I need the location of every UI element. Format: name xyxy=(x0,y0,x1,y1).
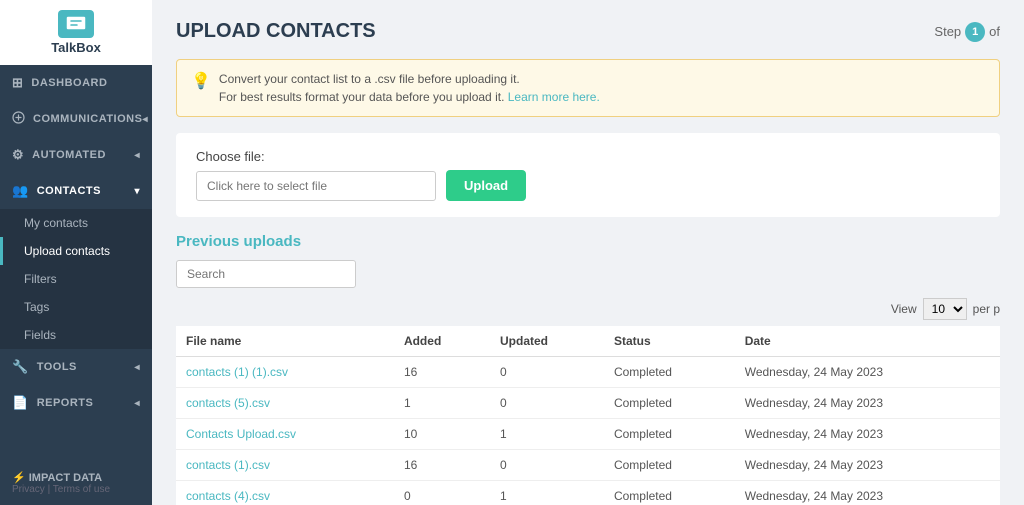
nav-item-dashboard[interactable]: ⊞ DASHBOARD xyxy=(0,65,152,101)
cell-status: Completed xyxy=(604,357,735,388)
cell-filename[interactable]: contacts (4).csv xyxy=(176,481,394,505)
table-row: Contacts Upload.csv 10 1 Completed Wedne… xyxy=(176,419,1000,450)
uploads-table: File name Added Updated Status Date cont… xyxy=(176,326,1000,505)
step-circle: 1 xyxy=(965,22,985,42)
step-indicator: Step 1 of xyxy=(934,22,1000,42)
cell-date: Wednesday, 24 May 2023 xyxy=(735,450,1000,481)
view-row: View 10 25 50 per p xyxy=(176,298,1000,320)
cell-status: Completed xyxy=(604,450,735,481)
per-page-label: per p xyxy=(973,302,1000,316)
cell-filename[interactable]: contacts (1) (1).csv xyxy=(176,357,394,388)
sidebar-bottom: ⚡ IMPACT DATA Privacy | Terms of use xyxy=(0,461,152,505)
contacts-icon: 👥 xyxy=(12,183,29,199)
cell-date: Wednesday, 24 May 2023 xyxy=(735,481,1000,505)
cell-updated: 0 xyxy=(490,450,604,481)
brand-label: ⚡ IMPACT DATA xyxy=(12,471,140,484)
previous-uploads-section: Previous uploads View 10 25 50 per p Fil… xyxy=(176,233,1000,505)
sidebar: TalkBox ⊞ DASHBOARD COMMUNICATIONS ◂ ⚙ A… xyxy=(0,0,152,505)
cell-status: Completed xyxy=(604,388,735,419)
cell-updated: 1 xyxy=(490,481,604,505)
nav-item-reports[interactable]: 📄 REPORTS ◂ xyxy=(0,385,152,421)
upload-section: Choose file: Upload xyxy=(176,133,1000,217)
col-status: Status xyxy=(604,326,735,357)
automated-icon: ⚙ xyxy=(12,147,24,163)
file-input[interactable] xyxy=(196,171,436,201)
reports-icon: 📄 xyxy=(12,395,29,411)
cell-date: Wednesday, 24 May 2023 xyxy=(735,419,1000,450)
info-text: Convert your contact list to a .csv file… xyxy=(219,70,600,106)
upload-label: Choose file: xyxy=(196,149,980,164)
cell-status: Completed xyxy=(604,419,735,450)
submenu-item-filters[interactable]: Filters xyxy=(0,265,152,293)
table-header-row: File name Added Updated Status Date xyxy=(176,326,1000,357)
cell-added: 1 xyxy=(394,388,490,419)
cell-filename[interactable]: contacts (5).csv xyxy=(176,388,394,419)
page-header: UPLOAD CONTACTS Step 1 of xyxy=(176,20,1000,43)
footer-links: Privacy | Terms of use xyxy=(12,484,140,495)
nav-item-contacts[interactable]: 👥 CONTACTS ▾ xyxy=(0,173,152,209)
cell-date: Wednesday, 24 May 2023 xyxy=(735,357,1000,388)
contacts-submenu: My contacts Upload contacts Filters Tags… xyxy=(0,209,152,349)
page-title: UPLOAD CONTACTS xyxy=(176,20,376,43)
step-suffix: of xyxy=(989,24,1000,39)
col-filename: File name xyxy=(176,326,394,357)
main-content: UPLOAD CONTACTS Step 1 of 💡 Convert your… xyxy=(152,0,1024,505)
logo-text: TalkBox xyxy=(51,40,101,55)
nav-item-tools[interactable]: 🔧 TOOLS ◂ xyxy=(0,349,152,385)
col-updated: Updated xyxy=(490,326,604,357)
bulb-icon: 💡 xyxy=(191,70,211,94)
communications-icon xyxy=(12,111,25,127)
logo-icon xyxy=(58,10,94,38)
col-date: Date xyxy=(735,326,1000,357)
table-row: contacts (1) (1).csv 16 0 Completed Wedn… xyxy=(176,357,1000,388)
tools-icon: 🔧 xyxy=(12,359,29,375)
view-select[interactable]: 10 25 50 xyxy=(923,298,967,320)
search-input[interactable] xyxy=(176,260,356,288)
submenu-item-upload-contacts[interactable]: Upload contacts xyxy=(0,237,152,265)
nav-item-communications[interactable]: COMMUNICATIONS ◂ xyxy=(0,101,152,137)
cell-updated: 0 xyxy=(490,357,604,388)
upload-button[interactable]: Upload xyxy=(446,170,526,201)
previous-uploads-title: Previous uploads xyxy=(176,233,1000,250)
cell-added: 10 xyxy=(394,419,490,450)
arrow-icon: ◂ xyxy=(142,114,148,125)
upload-row: Upload xyxy=(196,170,980,201)
table-row: contacts (1).csv 16 0 Completed Wednesda… xyxy=(176,450,1000,481)
cell-status: Completed xyxy=(604,481,735,505)
logo-area: TalkBox xyxy=(0,0,152,65)
view-label: View xyxy=(891,302,917,316)
arrow-icon-5: ◂ xyxy=(134,398,140,409)
arrow-icon-2: ◂ xyxy=(134,150,140,161)
terms-link[interactable]: Terms of use xyxy=(53,484,110,495)
submenu-item-my-contacts[interactable]: My contacts xyxy=(0,209,152,237)
info-banner: 💡 Convert your contact list to a .csv fi… xyxy=(176,59,1000,117)
privacy-link[interactable]: Privacy xyxy=(12,484,45,495)
nav-item-automated[interactable]: ⚙ AUTOMATED ◂ xyxy=(0,137,152,173)
cell-added: 0 xyxy=(394,481,490,505)
table-row: contacts (5).csv 1 0 Completed Wednesday… xyxy=(176,388,1000,419)
step-label: Step xyxy=(934,24,961,39)
arrow-icon-3: ▾ xyxy=(134,186,140,197)
submenu-item-tags[interactable]: Tags xyxy=(0,293,152,321)
cell-added: 16 xyxy=(394,357,490,388)
dashboard-icon: ⊞ xyxy=(12,75,23,91)
cell-date: Wednesday, 24 May 2023 xyxy=(735,388,1000,419)
table-row: contacts (4).csv 0 1 Completed Wednesday… xyxy=(176,481,1000,505)
submenu-item-fields[interactable]: Fields xyxy=(0,321,152,349)
learn-more-link[interactable]: Learn more here. xyxy=(508,90,600,104)
col-added: Added xyxy=(394,326,490,357)
cell-added: 16 xyxy=(394,450,490,481)
cell-updated: 1 xyxy=(490,419,604,450)
arrow-icon-4: ◂ xyxy=(134,362,140,373)
cell-filename[interactable]: contacts (1).csv xyxy=(176,450,394,481)
cell-updated: 0 xyxy=(490,388,604,419)
cell-filename[interactable]: Contacts Upload.csv xyxy=(176,419,394,450)
